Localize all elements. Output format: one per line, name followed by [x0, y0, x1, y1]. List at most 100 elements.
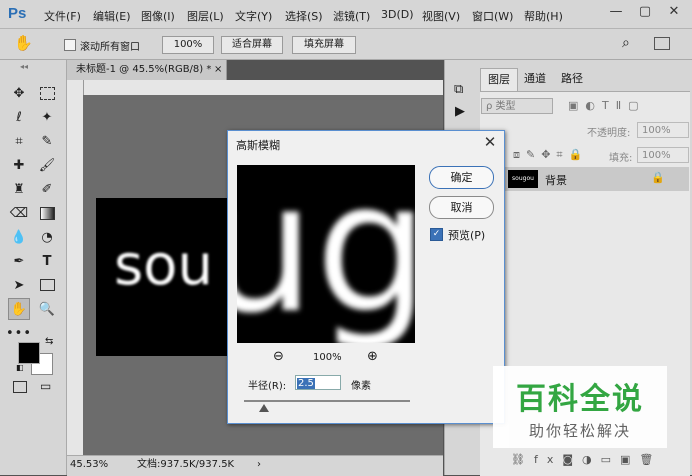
brush-tool-icon[interactable]: 🖌: [36, 154, 58, 176]
move-tool-icon[interactable]: ✥: [8, 82, 30, 104]
clone-stamp-tool-icon[interactable]: ♜: [8, 178, 30, 200]
dialog-title: 高斯模糊: [236, 139, 280, 152]
rectangle-tool-icon[interactable]: [36, 274, 58, 296]
search-icon[interactable]: ⌕: [622, 35, 630, 51]
scroll-all-checkbox[interactable]: [64, 39, 76, 51]
radius-unit: 像素: [351, 381, 371, 392]
zoom-out-icon[interactable]: ⊖: [273, 349, 284, 364]
menu-layer[interactable]: 图层(L): [187, 8, 224, 24]
zoom-tool-icon[interactable]: 🔍: [36, 298, 58, 320]
layer-filter-select[interactable]: ρ 类型: [481, 98, 553, 114]
status-menu-arrow[interactable]: ›: [257, 456, 261, 474]
quick-mask-icon[interactable]: [13, 381, 27, 393]
workspace-icon[interactable]: [654, 37, 670, 50]
menu-file[interactable]: 文件(F): [44, 8, 81, 24]
tab-channels[interactable]: 通道: [517, 68, 553, 90]
fill-screen-button[interactable]: 填充屏幕: [292, 36, 356, 54]
path-selection-tool-icon[interactable]: ➤: [8, 274, 30, 296]
pen-tool-icon[interactable]: ✒: [8, 250, 30, 272]
layer-thumbnail: sougou: [508, 170, 538, 188]
screen-mode-icon[interactable]: ▭: [40, 379, 51, 393]
layer-name: 背景: [545, 174, 567, 187]
document-tab-title: 未标题-1 @ 45.5%(RGB/8) *: [76, 64, 212, 75]
watermark-sub-text: 助你轻松解决: [528, 422, 631, 440]
watermark-main-text: 百科全说: [516, 382, 644, 417]
menu-3d[interactable]: 3D(D): [381, 8, 414, 21]
hand-icon[interactable]: ✋: [14, 34, 33, 52]
healing-brush-tool-icon[interactable]: ✚: [8, 154, 30, 176]
tools-panel: ◂◂ ✥ ℓ ✦ ⌗ ✎ ✚ 🖌 ♜ ✐ ⌫ 💧 ◔ ✒ T ➤ ✋ 🔍 •••…: [0, 60, 67, 475]
ruler-vertical: [67, 80, 84, 455]
fill-label: 填充:: [609, 153, 633, 164]
blur-tool-icon[interactable]: 💧: [8, 226, 30, 248]
fit-screen-button[interactable]: 适合屏幕: [221, 36, 283, 54]
layer-filter-icons: ▣◐TⅡ▢: [568, 99, 646, 112]
layer-bottom-icons[interactable]: ⛓fx◙◑▭▣🗑: [511, 453, 662, 466]
tab-layers[interactable]: 图层: [480, 68, 518, 91]
preview-checkbox[interactable]: ✓: [430, 228, 443, 241]
more-tools-icon[interactable]: •••: [6, 322, 31, 344]
menu-edit[interactable]: 编辑(E): [93, 8, 131, 24]
layer-row-background[interactable]: sougou 背景 🔒: [481, 167, 689, 191]
minimize-button[interactable]: —: [602, 0, 630, 22]
opacity-field[interactable]: 100%: [637, 122, 689, 138]
hand-tool-icon[interactable]: ✋: [8, 298, 30, 320]
magic-wand-tool-icon[interactable]: ✦: [36, 106, 58, 128]
status-zoom[interactable]: 45.53%: [70, 456, 108, 474]
photoshop-logo: Ps: [8, 5, 27, 22]
menu-image[interactable]: 图像(I): [141, 8, 175, 24]
gaussian-blur-dialog: 高斯模糊 ✕ ug 确定 取消 ✓ 预览(P) ⊖ 100% ⊕ 半径(R): …: [227, 130, 505, 424]
cancel-button[interactable]: 取消: [429, 196, 494, 219]
eraser-tool-icon[interactable]: ⌫: [8, 202, 30, 224]
radius-slider-track[interactable]: [244, 400, 410, 402]
watermark-logo: 百科全说 助你轻松解决: [493, 366, 667, 448]
eyedropper-tool-icon[interactable]: ✎: [36, 130, 58, 152]
ruler-horizontal: [83, 80, 443, 96]
dialog-close-icon[interactable]: ✕: [480, 133, 500, 151]
options-bar: ✋ 滚动所有窗口 100% 适合屏幕 填充屏幕 ⌕: [0, 29, 692, 60]
document-tab[interactable]: 未标题-1 @ 45.5%(RGB/8) * ×: [67, 60, 227, 80]
radius-value: 2.5: [297, 378, 315, 389]
menu-view[interactable]: 视图(V): [422, 8, 460, 24]
marquee-tool-icon[interactable]: [36, 82, 58, 104]
maximize-button[interactable]: ▢: [631, 0, 659, 22]
menu-type[interactable]: 文字(Y): [235, 8, 272, 24]
status-doc-size: 文档:937.5K/937.5K: [137, 459, 235, 470]
scroll-all-label: 滚动所有窗口: [80, 42, 140, 53]
crop-tool-icon[interactable]: ⌗: [8, 130, 30, 152]
menu-bar: Ps 文件(F) 编辑(E) 图像(I) 图层(L) 文字(Y) 选择(S) 滤…: [0, 0, 692, 29]
fill-field[interactable]: 100%: [637, 147, 689, 163]
close-window-button[interactable]: ✕: [660, 0, 688, 22]
document-tab-close-icon[interactable]: ×: [214, 60, 222, 80]
type-tool-icon[interactable]: T: [36, 250, 58, 272]
radius-input[interactable]: 2.5: [295, 375, 341, 390]
foreground-color-swatch-top: [18, 342, 40, 364]
ok-button[interactable]: 确定: [429, 166, 494, 189]
preview-text: ug: [237, 165, 415, 343]
preview-label: 预览(P): [448, 229, 486, 242]
blur-preview[interactable]: ug: [237, 165, 415, 343]
swap-colors-icon[interactable]: ⇆: [45, 336, 53, 347]
menu-window[interactable]: 窗口(W): [472, 8, 513, 24]
history-brush-tool-icon[interactable]: ✐: [36, 178, 58, 200]
preview-zoom-value: 100%: [313, 352, 342, 363]
radius-slider-knob[interactable]: [258, 404, 269, 412]
actions-play-icon[interactable]: ▶: [455, 104, 465, 119]
menu-help[interactable]: 帮助(H): [524, 8, 563, 24]
menu-select[interactable]: 选择(S): [285, 8, 323, 24]
default-colors-icon[interactable]: ◧: [16, 363, 24, 372]
radius-label: 半径(R):: [248, 381, 287, 392]
lasso-tool-icon[interactable]: ℓ: [8, 106, 30, 128]
tools-collapse-icon[interactable]: ◂◂: [20, 62, 28, 71]
zoom-100-button[interactable]: 100%: [162, 36, 214, 54]
tab-paths[interactable]: 路径: [554, 68, 590, 90]
dodge-tool-icon[interactable]: ◔: [36, 226, 58, 248]
gradient-tool-icon[interactable]: [36, 202, 58, 224]
opacity-label: 不透明度:: [587, 128, 631, 139]
zoom-in-icon[interactable]: ⊕: [367, 349, 378, 364]
canvas-text: sou: [114, 233, 213, 298]
status-bar: 45.53% 文档:937.5K/937.5K ›: [67, 455, 443, 476]
history-panel-icon[interactable]: ⧉: [454, 82, 463, 97]
lock-icons[interactable]: ⧈✎✥⌗🔒: [513, 148, 588, 162]
menu-filter[interactable]: 滤镜(T): [333, 8, 370, 24]
